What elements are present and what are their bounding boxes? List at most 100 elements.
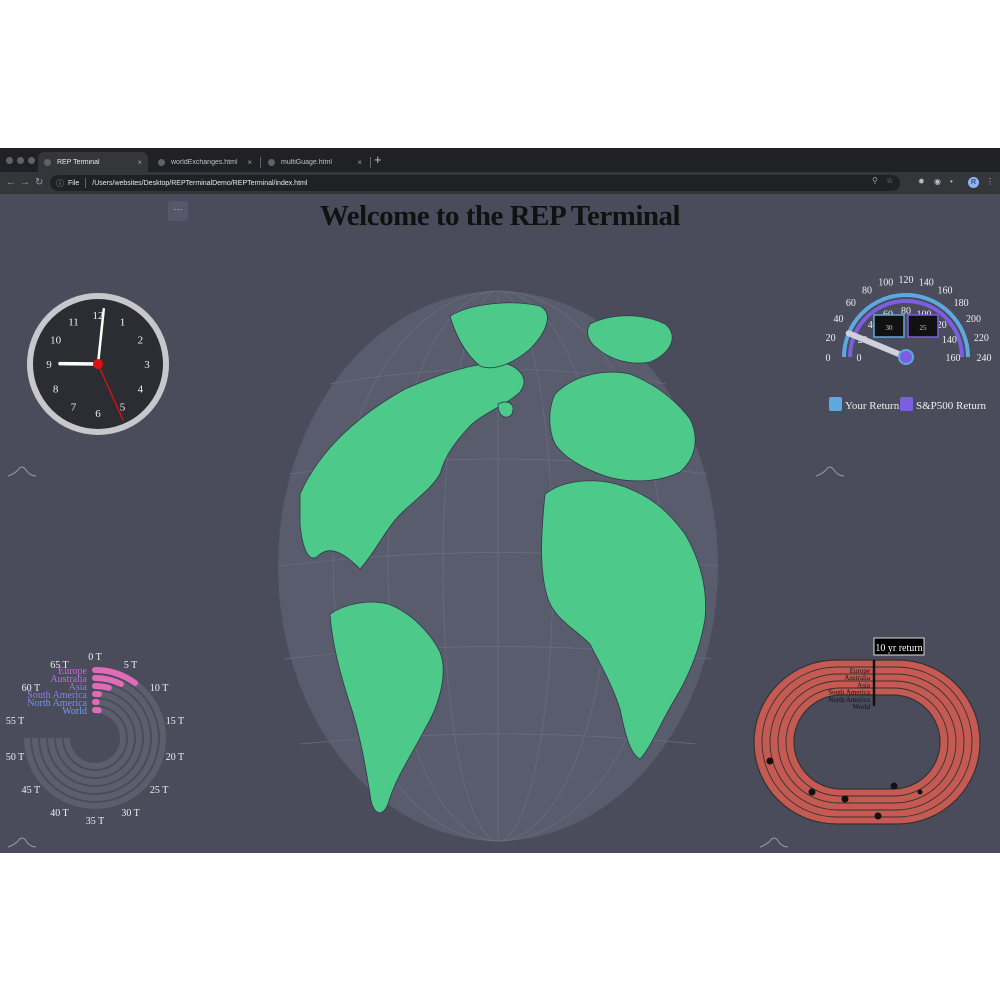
sp500-readout: 25	[920, 324, 928, 332]
radial-tick-label: 40 T	[50, 808, 68, 819]
clock-numeral: 8	[53, 384, 59, 396]
info-icon[interactable]: ⓘ	[56, 178, 64, 189]
your-return-legend-label: Your Return	[845, 400, 900, 412]
gauge-outer-tick-label: 100	[878, 278, 893, 289]
gauge-inner-tick-label: 0	[857, 353, 862, 364]
your-return-swatch	[829, 397, 842, 411]
radial-tick-label: 50 T	[6, 752, 24, 763]
radial-region-label: World	[62, 706, 87, 717]
runner-dot	[808, 788, 816, 796]
zoom-search-icon[interactable]: ⚲	[872, 176, 878, 185]
clock-numeral: 5	[120, 401, 126, 413]
tab-label: multiGuage.html	[281, 158, 332, 166]
address-bar[interactable]: ⓘ File /Users/websites/Desktop/REPTermin…	[50, 175, 900, 191]
radial-tick-label: 20 T	[166, 752, 184, 763]
extension-settings-icon[interactable]: ✹	[918, 177, 925, 186]
radial-bar-chart: 0 T 5 T 10 T 15 T 20 T 25 T 30 T 35 T 40 T 45 T 50…	[6, 652, 184, 827]
sp500-legend-label: S&P500 Return	[916, 400, 986, 412]
tab-world-exchanges[interactable]: worldExchanges.html ×	[152, 152, 258, 172]
clock-center-pin	[93, 359, 103, 369]
gauge-needle-hub	[898, 349, 914, 365]
your-return-readout: 30	[886, 324, 894, 332]
reload-icon[interactable]: ↻	[35, 176, 43, 190]
gauge-arcs	[842, 293, 970, 358]
profile-avatar[interactable]: R	[968, 177, 979, 188]
tab-separator	[260, 157, 261, 168]
page-content: Welcome to the REP Terminal ··· 12 1 2 3…	[0, 194, 1000, 853]
sp500-swatch	[900, 397, 913, 411]
scheme-divider	[85, 178, 87, 188]
radial-tick-label: 35 T	[86, 816, 104, 827]
track-tooltip: 10 yr return	[875, 643, 922, 654]
runner-dot	[917, 789, 923, 795]
gauge-outer-tick-label: 240	[977, 353, 992, 364]
gauge-outer-tick-label: 220	[974, 333, 989, 344]
gauge-outer-tick-label: 180	[954, 298, 969, 309]
clock-numeral: 6	[95, 408, 101, 420]
gauge-legend: Your Return S&P500 Return	[829, 397, 986, 412]
clock-numeral: 9	[46, 359, 52, 371]
forward-arrow-icon[interactable]: →	[20, 176, 30, 190]
gauge-inner-tick-label: 140	[942, 335, 957, 346]
runner-dot	[874, 812, 882, 820]
globe[interactable]	[278, 290, 718, 842]
race-track-chart: 10 yr return EuropeAustraliaAsiaSouth Am…	[753, 637, 981, 825]
dashboard-canvas: 121234567891011 020406080100 120 140160180…	[6, 275, 992, 848]
radial-region-labels: EuropeAustraliaAsiaSouth AmericaNorth Am…	[27, 666, 87, 717]
radial-ring	[64, 707, 126, 769]
tab-rep-terminal[interactable]: REP Terminal ×	[38, 152, 148, 172]
loader-icon	[7, 837, 37, 848]
runner-dot	[841, 795, 849, 803]
clock-numeral: 11	[68, 317, 79, 329]
radial-tick-label: 25 T	[150, 785, 168, 796]
url-text[interactable]: /Users/websites/Desktop/REPTerminalDemo/…	[92, 180, 307, 187]
tab-close-icon[interactable]: ×	[357, 158, 362, 167]
loader-icon	[7, 466, 37, 477]
radial-tick-label: 10 T	[150, 683, 168, 694]
bookmark-star-icon[interactable]: ☆	[886, 176, 893, 185]
back-arrow-icon[interactable]: ←	[6, 176, 16, 190]
tab-bar: REP Terminal × worldExchanges.html × mul…	[0, 148, 1000, 172]
extension-shield-icon[interactable]: ◉	[934, 177, 941, 186]
tab-label: REP Terminal	[57, 158, 100, 166]
window-zoom-dot[interactable]	[28, 157, 35, 164]
gauge-outer-tick-label: 0	[826, 353, 831, 364]
extension-puzzle-icon[interactable]: •	[950, 177, 953, 186]
gauge-outer-tick-label: 160	[938, 285, 953, 296]
clock-numeral: 2	[138, 335, 144, 347]
radial-tick-label: 55 T	[6, 716, 24, 727]
clock-numeral: 10	[50, 335, 62, 347]
loader-icon	[815, 466, 845, 477]
globe-icon	[158, 158, 165, 166]
window-close-dot[interactable]	[6, 157, 13, 164]
gauge-outer-tick-label: 80	[862, 285, 872, 296]
address-toolbar: ← → ↻ ⓘ File /Users/websites/Desktop/REP…	[0, 172, 1000, 194]
scheme-label: File	[68, 179, 80, 187]
gauge-outer-tick-label: 200	[966, 314, 981, 325]
tab-close-icon[interactable]: ×	[247, 158, 252, 167]
new-tab-button[interactable]: +	[374, 153, 382, 167]
gauge-outer-tick-label: 140	[919, 278, 934, 289]
radial-bar[interactable]	[92, 683, 112, 691]
radial-tick-label: 5 T	[124, 660, 137, 671]
gauge-outer-tick-label: 60	[846, 298, 856, 309]
tab-separator	[370, 157, 371, 168]
browser-window: REP Terminal × worldExchanges.html × mul…	[0, 148, 1000, 853]
clock-numeral: 4	[138, 384, 144, 396]
gauge-outer-arc	[842, 293, 970, 358]
runner-dot	[890, 782, 898, 790]
globe-icon	[268, 158, 275, 166]
gauge-outer-tick-label: 120	[899, 275, 914, 286]
tab-label: worldExchanges.html	[171, 158, 238, 166]
radial-tick-label: 45 T	[22, 785, 40, 796]
globe-icon	[44, 158, 51, 166]
loader-icon	[759, 837, 789, 848]
speed-gauge: 020406080100120140160180200220240 020406…	[826, 275, 992, 412]
clock-numeral: 1	[120, 317, 126, 329]
tab-multi-guage[interactable]: multiGuage.html ×	[262, 152, 368, 172]
gauge-inner-tick-label: 160	[946, 353, 961, 364]
menu-kebab-icon[interactable]: ⋮	[986, 177, 994, 186]
tab-close-icon[interactable]: ×	[137, 158, 142, 167]
gauge-outer-tick-label: 20	[826, 333, 836, 344]
window-minimize-dot[interactable]	[17, 157, 24, 164]
